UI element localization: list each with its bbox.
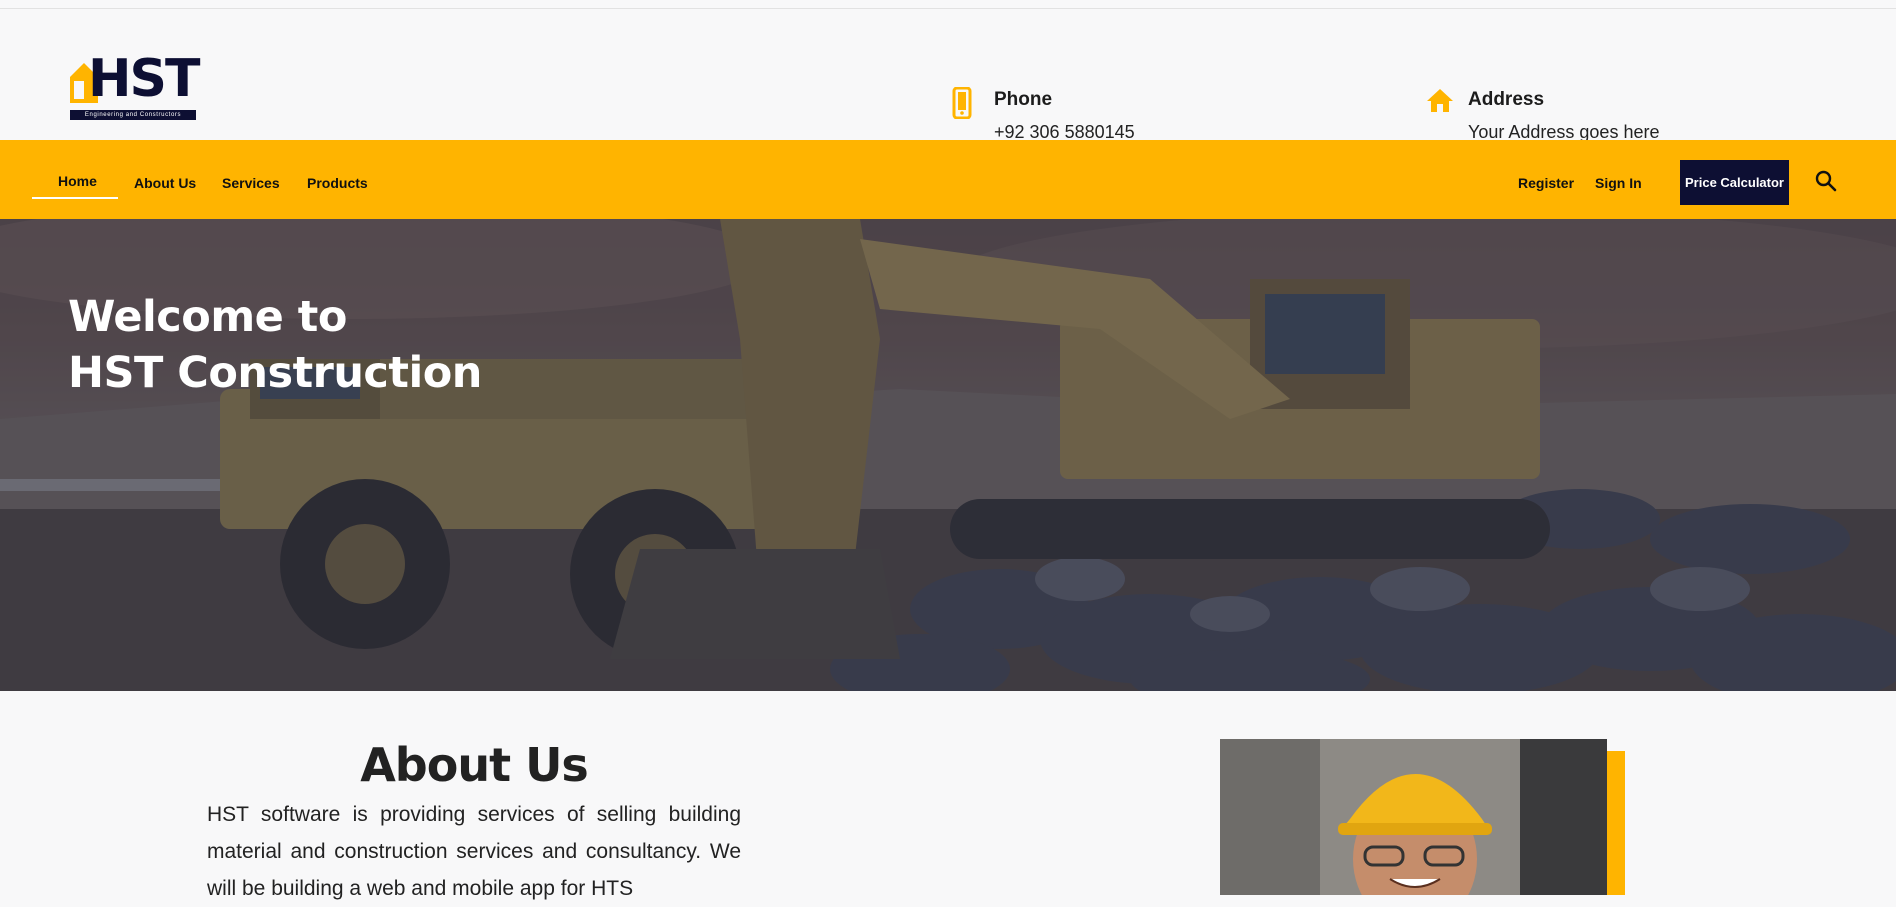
- nav-products[interactable]: Products: [307, 175, 368, 191]
- main-nav: Home About Us Services Products Register…: [0, 140, 1896, 219]
- search-icon[interactable]: [1815, 170, 1837, 192]
- hero-banner: Welcome to HST Construction: [0, 219, 1896, 691]
- about-text: HST software is providing services of se…: [207, 803, 741, 900]
- hst-logo[interactable]: HST Engineering and Constructors: [68, 49, 200, 124]
- hero-line-2: HST Construction: [68, 348, 482, 398]
- site-header: HST Engineering and Constructors Phone +…: [0, 9, 1896, 142]
- worker-image: [1220, 739, 1607, 895]
- nav-home[interactable]: Home: [58, 173, 97, 189]
- hero-line-1: Welcome to: [68, 292, 347, 342]
- home-icon: [1427, 89, 1453, 112]
- logo-tagline: Engineering and Constructors: [70, 110, 196, 120]
- nav-about-us[interactable]: About Us: [134, 175, 196, 191]
- about-title: About Us: [360, 738, 589, 792]
- address-title: Address: [1468, 89, 1545, 110]
- mobile-phone-icon: [952, 87, 972, 119]
- hero-heading: Welcome to HST Construction: [68, 289, 482, 401]
- phone-title: Phone: [994, 89, 1053, 110]
- sign-in-link[interactable]: Sign In: [1595, 175, 1642, 191]
- about-photo-accent: [1605, 751, 1625, 895]
- logo-wordmark: HST: [88, 49, 200, 109]
- active-nav-underline: [32, 197, 118, 199]
- register-link[interactable]: Register: [1518, 175, 1574, 191]
- worker-photo: [1220, 739, 1607, 895]
- nav-services[interactable]: Services: [222, 175, 280, 191]
- price-calculator-button[interactable]: Price Calculator: [1680, 160, 1789, 205]
